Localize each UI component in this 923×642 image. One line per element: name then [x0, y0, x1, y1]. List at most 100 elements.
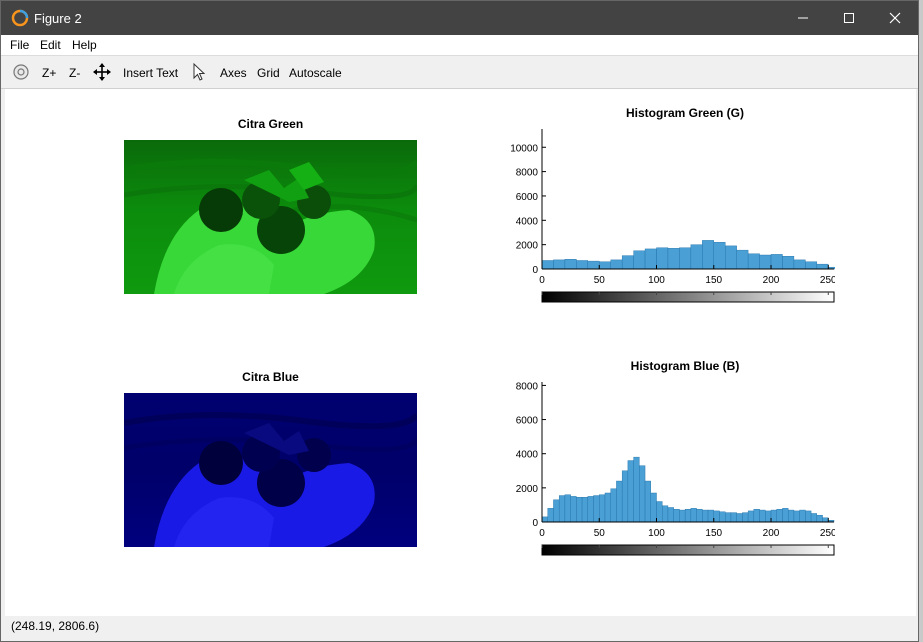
histogram-bar [765, 510, 772, 523]
histogram-bar [759, 254, 772, 270]
y-tick-label: 8000 [516, 381, 539, 392]
maximize-icon [844, 13, 854, 23]
y-tick-label: 4000 [516, 216, 539, 227]
histogram-bar [564, 259, 577, 270]
zoom-in-button[interactable]: Z+ [42, 66, 56, 80]
autoscale-button[interactable]: Autoscale [289, 66, 342, 80]
histogram-bar [759, 509, 766, 523]
histogram-bar [656, 501, 663, 523]
histogram-bar [753, 508, 760, 523]
histogram-bar [747, 510, 755, 523]
toolbar: Z+ Z- Insert Text Axes Grid Autoscale [1, 56, 918, 89]
histogram-bar [696, 508, 703, 523]
histogram-bar [684, 508, 692, 523]
y-tick-label: 2000 [516, 241, 539, 252]
maximize-button[interactable] [826, 1, 872, 35]
histogram-bar [787, 509, 795, 523]
grid-button[interactable]: Grid [257, 66, 280, 80]
histogram-bar [719, 511, 726, 523]
histogram-bar [587, 260, 600, 270]
figure-window: Figure 2 File Edit Help Z+ Z- Insert Tex… [0, 0, 919, 642]
select-cursor-icon[interactable] [192, 63, 206, 81]
histogram-bar [816, 263, 829, 270]
histogram-bar [679, 509, 686, 523]
y-tick-label: 6000 [516, 192, 539, 203]
figure-canvas[interactable]: Citra Green Citra Blue Histogram Green (… [5, 89, 916, 616]
rotate-icon[interactable] [12, 63, 30, 81]
octave-app-icon [11, 9, 29, 27]
axes-button[interactable]: Axes [220, 66, 247, 80]
x-tick-label: 0 [539, 275, 545, 286]
histogram-bar [667, 507, 674, 523]
histogram-bar [541, 260, 554, 270]
histogram-bar [673, 508, 680, 523]
histogram-bar [627, 460, 634, 523]
histogram-bar [810, 513, 818, 523]
histogram-bar [581, 497, 589, 523]
x-tick-label: 200 [763, 275, 780, 286]
histogram-bar [662, 505, 669, 523]
x-tick-label: 50 [594, 275, 606, 286]
blue-histogram-title: Histogram Blue (B) [630, 359, 740, 373]
histogram-bar [621, 255, 634, 270]
green-histogram-title: Histogram Green (G) [625, 106, 745, 120]
x-tick-label: 100 [648, 275, 665, 286]
y-tick-label: 10000 [510, 143, 538, 154]
status-bar: (248.19, 2806.6) [5, 616, 916, 636]
histogram-bar [541, 516, 548, 523]
histogram-bar [690, 244, 703, 270]
histogram-bar [616, 480, 623, 523]
histogram-bar [702, 240, 714, 270]
x-tick-label: 250 [820, 275, 835, 286]
histogram-bar [799, 509, 806, 523]
histogram-bar [599, 494, 606, 523]
menu-help[interactable]: Help [72, 38, 97, 52]
histogram-bar [822, 517, 829, 523]
menu-edit[interactable]: Edit [40, 38, 61, 52]
y-tick-label: 6000 [516, 416, 539, 427]
histogram-bar [690, 508, 697, 523]
histogram-bar [604, 492, 611, 523]
close-icon [889, 12, 901, 24]
y-tick-label: 4000 [516, 450, 539, 461]
histogram-bar [793, 259, 806, 270]
histogram-bar [599, 261, 611, 270]
blue-image-title: Citra Blue [242, 370, 299, 384]
histogram-bar [621, 470, 629, 523]
grayscale-colorbar [541, 544, 835, 556]
minimize-button[interactable] [780, 1, 826, 35]
green-channel-image [124, 140, 417, 294]
x-tick-label: 0 [539, 528, 545, 539]
x-tick-label: 50 [594, 528, 606, 539]
menu-file[interactable]: File [10, 38, 29, 52]
grayscale-colorbar [541, 291, 835, 303]
histogram-bar [558, 495, 566, 523]
histogram-bar [656, 247, 669, 270]
histogram-bar [547, 508, 554, 523]
histogram-bar [553, 499, 560, 523]
x-tick-label: 100 [648, 528, 665, 539]
histogram-bar [610, 259, 623, 270]
histogram-bar [576, 497, 583, 523]
y-tick-label: 0 [532, 518, 538, 529]
x-tick-label: 200 [763, 528, 780, 539]
histogram-bar [730, 512, 737, 523]
histogram-bar [667, 248, 680, 270]
histogram-bar [805, 510, 812, 523]
y-tick-label: 8000 [516, 168, 539, 179]
zoom-out-button[interactable]: Z- [69, 66, 80, 80]
menu-bar: File Edit Help [1, 35, 918, 56]
histogram-bar [610, 488, 617, 523]
histogram-bar [725, 245, 737, 270]
histogram-bar [707, 509, 714, 523]
pan-icon[interactable] [93, 63, 111, 81]
blue-channel-image [124, 393, 417, 547]
y-tick-label: 0 [532, 265, 538, 276]
histogram-bar [816, 514, 823, 523]
green-image-title: Citra Green [237, 117, 304, 131]
insert-text-button[interactable]: Insert Text [123, 66, 178, 80]
title-bar[interactable]: Figure 2 [1, 1, 918, 35]
histogram-bar [713, 510, 720, 523]
histogram-bar [553, 259, 566, 270]
close-button[interactable] [872, 1, 918, 35]
